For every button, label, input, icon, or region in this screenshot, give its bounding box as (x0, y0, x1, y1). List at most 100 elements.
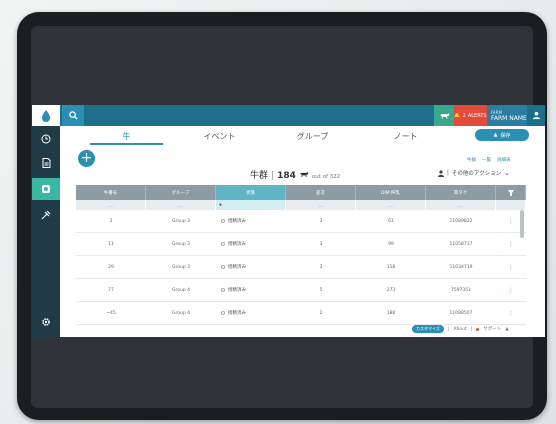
column-header[interactable]: 牛番号 (76, 185, 146, 200)
divider: | (447, 326, 450, 332)
herd-icon (42, 185, 50, 193)
cell-parity: 3 (319, 264, 323, 270)
cow-icon (299, 172, 309, 177)
about-link[interactable]: About (453, 327, 466, 332)
table-row[interactable]: 29 Group 3 授精済み 3 118 11034719 ⋮ (76, 256, 526, 279)
row-menu-icon[interactable]: ⋮ (496, 279, 526, 301)
tab-cows[interactable]: 牛 (80, 126, 173, 147)
table-row[interactable]: 11 Group 3 授精済み 3 99 11058717 ⋮ (76, 233, 526, 256)
status-icon (221, 242, 225, 246)
cell-dim: 273 (386, 287, 396, 293)
view-link-detail[interactable]: 詳細表 (497, 157, 511, 163)
cow-button[interactable] (434, 105, 454, 126)
cell-group: Group 4 (172, 287, 190, 293)
chevron-down-icon: ⌄ (504, 169, 510, 177)
table-header: 牛番号 グループ 状態 産次 DIM 搾乳 耳タグ (76, 185, 526, 200)
search-button[interactable] (62, 105, 84, 126)
cell-id: 29 (108, 264, 114, 270)
herd-count-value: 184 (277, 171, 296, 181)
cell-dim: 99 (388, 241, 394, 247)
status-dot-icon (476, 327, 480, 331)
cow-table: 牛番号 グループ 状態 産次 DIM 搾乳 耳タグ ___ ___ ▼ ___ … (76, 185, 526, 325)
alerts-button[interactable]: 🔔 2 ALERTS (454, 105, 487, 126)
footer: カスタマイズ | About | サポート ▲ (412, 324, 509, 334)
sidebar-item-settings[interactable] (32, 311, 60, 333)
sidebar-item-dashboard[interactable] (32, 128, 60, 150)
search-icon (68, 111, 78, 120)
herd-out-of: out of 322 (311, 174, 341, 180)
cell-tag: 11089822 (449, 218, 473, 224)
sidebar-item-tools[interactable] (32, 204, 60, 226)
cell-dim: 188 (386, 310, 396, 316)
column-settings-button[interactable] (496, 185, 526, 200)
cell-status: 授精済み (216, 256, 286, 278)
cell-group: Group 3 (172, 264, 190, 270)
table-row[interactable]: 77 Group 4 授精済み 5 273 7597351 ⋮ (76, 279, 526, 302)
customize-pill[interactable]: カスタマイズ (412, 325, 444, 333)
chevron-up-icon[interactable]: ▲ (505, 327, 508, 332)
tools-icon (41, 210, 51, 220)
top-bar: 🔔 2 ALERTS FARM FARM NAME (32, 105, 545, 126)
drop-logo-icon (42, 109, 50, 122)
main-tabs: 牛 イベント グループ ノート (80, 126, 452, 147)
table-scrollbar[interactable] (520, 210, 524, 238)
cell-dim: 61 (388, 218, 394, 224)
view-link-list[interactable]: 一覧 (482, 157, 491, 163)
cell-id: 3 (109, 218, 113, 224)
save-label: 保存 (500, 132, 511, 139)
filter-cell[interactable]: ___ (426, 200, 496, 210)
status-label: 授精済み (228, 288, 246, 293)
app-screen: 🔔 2 ALERTS FARM FARM NAME 牛 イベント グループ ノー… (32, 105, 545, 337)
tab-groups[interactable]: グループ (266, 126, 359, 147)
save-button[interactable]: ▲ 保存 (475, 129, 529, 141)
tab-notes[interactable]: ノート (359, 126, 452, 147)
filter-cell-active[interactable]: ▼ (216, 200, 286, 210)
cell-parity: 2 (319, 310, 323, 316)
cow-small-icon: ▲ (493, 132, 498, 138)
farm-selector[interactable]: FARM FARM NAME (487, 105, 527, 126)
row-menu-icon[interactable]: ⋮ (496, 302, 526, 324)
gear-icon (42, 318, 50, 326)
support-link[interactable]: サポート (483, 326, 501, 332)
filter-cell[interactable]: ___ (356, 200, 426, 210)
more-actions-label: その他のアクション (451, 171, 502, 177)
tab-events[interactable]: イベント (173, 126, 266, 147)
more-actions-dropdown[interactable]: | その他のアクション ⌄ (438, 169, 510, 177)
cell-id: ~45 (106, 310, 116, 316)
status-icon (221, 311, 225, 315)
filter-row: ___ ___ ▼ ___ ___ ___ (76, 200, 526, 210)
cell-parity: 5 (319, 287, 323, 293)
column-header[interactable]: 耳タグ (426, 185, 496, 200)
filter-cell[interactable]: ___ (286, 200, 356, 210)
column-header[interactable]: DIM 搾乳 (356, 185, 426, 200)
add-cow-button[interactable]: + (78, 150, 95, 167)
view-links: 牛群 一覧 詳細表 (467, 157, 511, 163)
sidebar-item-reports[interactable] (32, 152, 60, 174)
column-header[interactable]: グループ (146, 185, 216, 200)
user-menu-button[interactable] (527, 105, 545, 126)
status-icon (221, 288, 225, 292)
cell-id: 77 (108, 287, 114, 293)
table-row[interactable]: ~45 Group 4 授精済み 2 188 11088507 ⋮ (76, 302, 526, 325)
sidebar-item-herd[interactable] (32, 178, 60, 200)
cell-tag: 11088507 (449, 310, 473, 316)
app-logo[interactable] (32, 105, 60, 126)
left-sidebar (32, 126, 60, 337)
status-icon (221, 219, 225, 223)
photo-background: 🔔 2 ALERTS FARM FARM NAME 牛 イベント グループ ノー… (0, 0, 556, 424)
cell-status: 授精済み (216, 233, 286, 255)
clock-icon (41, 134, 51, 144)
pin-icon (507, 189, 514, 196)
status-label: 授精済み (228, 311, 246, 316)
row-menu-icon[interactable]: ⋮ (496, 256, 526, 278)
person-icon (438, 169, 444, 177)
document-icon (42, 158, 50, 168)
table-row[interactable]: 3 Group 3 授精済み 3 61 11089822 ⋮ (76, 210, 526, 233)
filter-cell[interactable]: ___ (146, 200, 216, 210)
herd-title: 牛群 (250, 171, 269, 181)
column-header[interactable]: 産次 (286, 185, 356, 200)
user-icon (532, 111, 540, 120)
view-link-herd[interactable]: 牛群 (467, 157, 476, 163)
column-header[interactable]: 状態 (216, 185, 286, 200)
filter-cell[interactable]: ___ (76, 200, 146, 210)
